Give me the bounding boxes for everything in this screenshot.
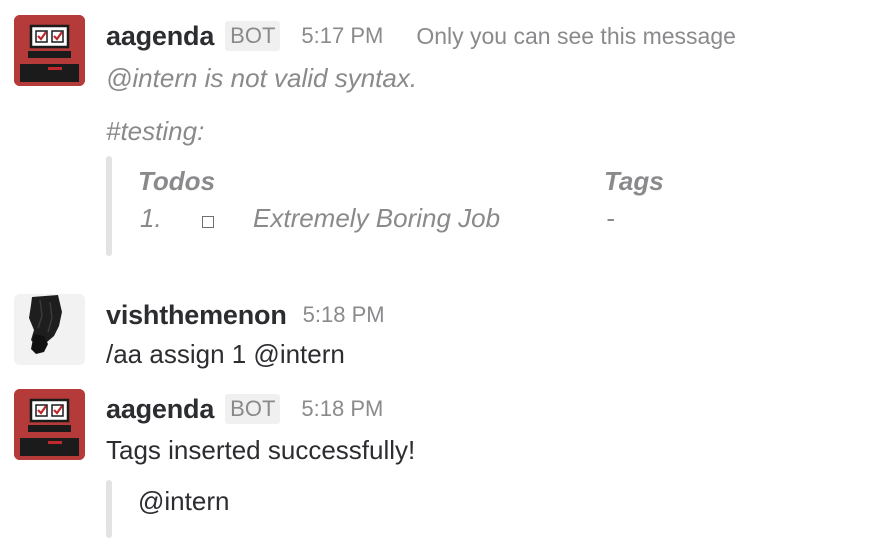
timestamp[interactable]: 5:17 PM [301,23,383,49]
username[interactable]: vishthemenon [106,300,287,331]
todo-index: 1. [140,203,162,233]
todo-task: Extremely Boring Job [253,203,501,233]
attachment-bar [106,480,112,538]
bot-avatar[interactable] [14,15,85,86]
todos-header: Todos [138,166,216,196]
bot-badge: BOT [225,21,281,51]
message-text: /aa assign 1 @intern [106,339,345,369]
message-1: aagenda BOT 5:17 PM Only you can see thi… [0,0,882,270]
message-text: @intern is not valid syntax. [106,63,418,93]
channel-label: #testing: [106,116,205,146]
message-3: aagenda BOT 5:18 PM Tags inserted succes… [0,380,882,554]
message-2: vishthemenon 5:18 PM /aa assign 1 @inter… [0,280,882,380]
attachment-bar [106,156,112,256]
message-header: aagenda BOT 5:17 PM Only you can see thi… [106,16,736,56]
username[interactable]: aagenda [106,394,214,425]
timestamp[interactable]: 5:18 PM [303,302,385,328]
ephemeral-note: Only you can see this message [416,22,736,49]
message-text: Tags inserted successfully! [106,435,416,465]
timestamp[interactable]: 5:18 PM [301,396,383,422]
bot-badge: BOT [225,394,281,424]
username[interactable]: aagenda [106,21,214,52]
attachment-text: @intern [138,486,230,516]
message-header: aagenda BOT 5:18 PM [106,389,383,429]
bot-avatar[interactable] [14,389,85,460]
message-header: vishthemenon 5:18 PM [106,295,385,335]
todo-tags: - [606,203,615,233]
user-avatar[interactable] [14,294,85,365]
tags-header: Tags [604,166,664,196]
todo-checkbox[interactable] [202,216,214,228]
